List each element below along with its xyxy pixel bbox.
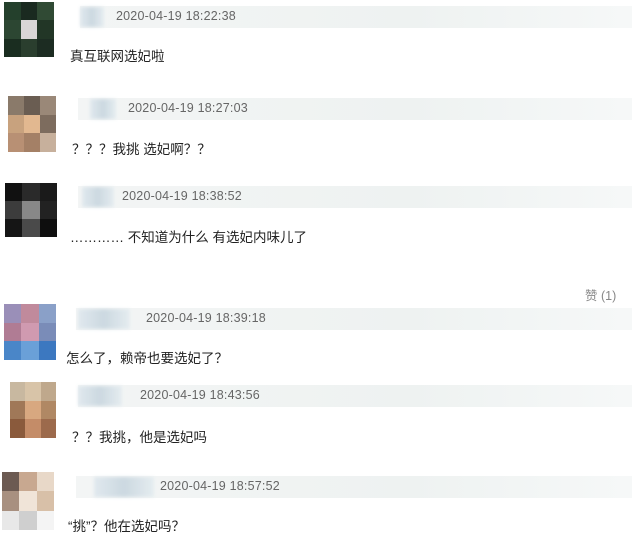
avatar[interactable]	[8, 96, 56, 152]
comment-timestamp: 2020-04-19 18:27:03	[128, 101, 248, 115]
comment-meta-bar: 2020-04-19 18:43:56	[78, 385, 632, 407]
username-blurred[interactable]	[82, 187, 114, 207]
comment-meta-bar: 2020-04-19 18:57:52	[76, 476, 632, 498]
username-blurred[interactable]	[78, 386, 122, 406]
comment-timestamp: 2020-04-19 18:43:56	[140, 388, 260, 402]
avatar[interactable]	[10, 382, 56, 438]
comment-meta-bar: 2020-04-19 18:27:03	[78, 98, 632, 120]
username-blurred[interactable]	[78, 309, 130, 329]
comment-text: ？？？我挑 选妃啊？？	[72, 142, 211, 157]
comment-meta-bar: 2020-04-19 18:39:18	[76, 308, 632, 330]
comment-timestamp: 2020-04-19 18:22:38	[116, 9, 236, 23]
like-button[interactable]: 赞 (1)	[585, 285, 616, 304]
comment-text: ？？我挑，他是选妃吗	[72, 430, 207, 445]
username-blurred[interactable]	[80, 7, 104, 27]
comment-meta-bar: 2020-04-19 18:38:52	[78, 186, 632, 208]
username-blurred[interactable]	[90, 99, 116, 119]
avatar[interactable]	[4, 2, 54, 57]
comment-meta-bar: 2020-04-19 18:22:38	[80, 6, 632, 28]
comment-timestamp: 2020-04-19 18:57:52	[160, 479, 280, 493]
username-blurred[interactable]	[94, 477, 154, 497]
comment-text: “挑”？他在选妃吗？	[68, 519, 185, 534]
comment-timestamp: 2020-04-19 18:39:18	[146, 311, 266, 325]
comment-timestamp: 2020-04-19 18:38:52	[122, 189, 242, 203]
comment-text: ………… 不知道为什么 有选妃内味儿了	[70, 230, 308, 245]
avatar[interactable]	[4, 304, 56, 360]
comment-text: 真互联网选妃啦	[70, 49, 165, 64]
comment-text: 怎么了，赖帝也要选妃了？	[66, 351, 228, 366]
avatar[interactable]	[2, 472, 54, 530]
avatar[interactable]	[5, 183, 57, 237]
